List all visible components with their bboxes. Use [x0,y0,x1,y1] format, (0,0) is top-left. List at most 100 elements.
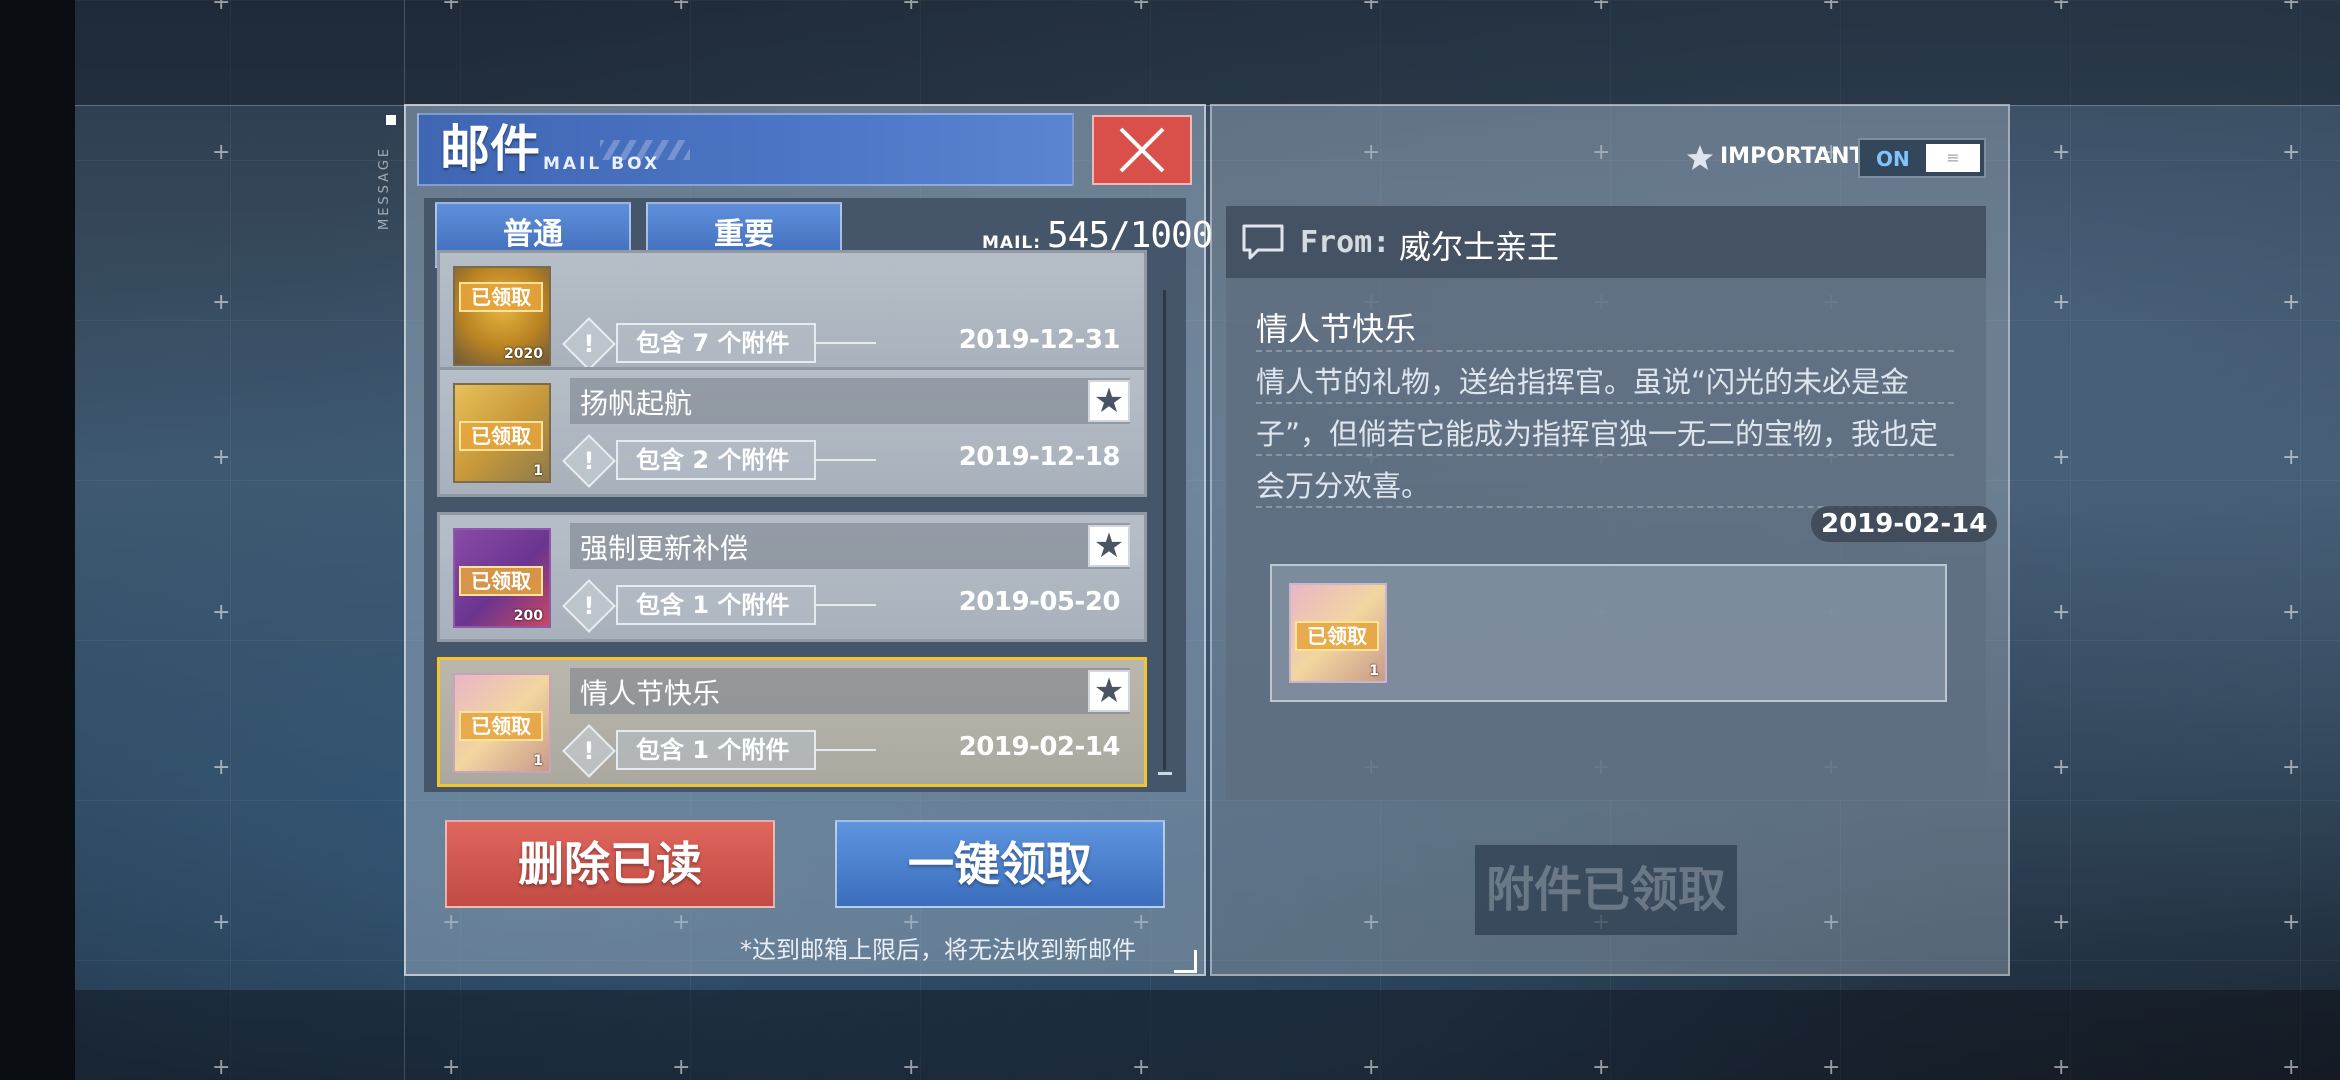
grid-marker: + [1822,1055,1841,1080]
scrollbar[interactable] [1163,290,1166,770]
left-edge [0,0,75,1080]
grid-marker: + [2052,600,2071,625]
bottom-shade [75,990,2340,1080]
divider [816,342,876,344]
mail-title: 情人节快乐 [580,677,721,710]
claimed-badge: 已领取 [459,421,543,451]
mail-detail-body: 情人节的礼物，送给指挥官。虽说“闪光的未必是金子”，但倘若它能成为指挥官独一无二… [1256,365,1939,503]
mail-thumbnail: 已领取 200 [453,528,551,628]
sender-prefix: From: [1300,225,1391,260]
grid-marker: + [1132,1055,1151,1080]
attachment-count: 包含 7 个附件 [616,323,816,363]
item-count: 1 [533,463,543,479]
alert-icon: ! [562,317,616,371]
mailbox-limit-note: *达到邮箱上限后，将无法收到新邮件 [740,936,1136,964]
grid-marker: + [2282,445,2301,470]
grid-marker: + [2052,445,2071,470]
page-subtitle: MAIL BOX [543,154,661,174]
mail-date: 2019-02-14 [958,732,1121,762]
grid-marker: + [672,0,691,15]
grid-marker: + [2052,910,2071,935]
star-icon[interactable]: ★ [1088,525,1130,567]
side-marker [386,115,396,125]
grid-marker: + [1592,1055,1611,1080]
delete-read-button[interactable]: 删除已读 [445,820,775,908]
sender-name: 威尔士亲王 [1399,228,1560,266]
attachment-count: 包含 1 个附件 [616,585,816,625]
page-title: 邮件 [440,120,540,178]
mail-item[interactable]: 强制更新补偿 已领取 200 ! 包含 1 个附件 2019-05-20 ★ [437,512,1147,642]
item-count: 200 [513,608,543,624]
grid-marker: + [442,0,461,15]
grid-marker: + [212,1055,231,1080]
alert-icon: ! [562,434,616,488]
collect-all-button[interactable]: 一键领取 [835,820,1165,908]
grid-marker: + [212,600,231,625]
attachments-collected-button[interactable]: 附件已领取 [1475,845,1737,935]
toggle-state: ON [1876,147,1910,171]
star-icon[interactable]: ★ [1088,380,1130,422]
grid-marker: + [902,0,921,15]
grid-marker: + [212,0,231,15]
grid-marker: + [2282,140,2301,165]
grid-marker: + [2052,290,2071,315]
attachment-item[interactable]: 已领取 1 [1289,583,1387,683]
mail-thumbnail: 已领取 1 [453,383,551,483]
attachment-count: 包含 1 个附件 [616,730,816,770]
mail-date: 2019-05-20 [958,587,1121,617]
claimed-badge: 已领取 [459,282,543,312]
grid-marker: + [2282,910,2301,935]
mail-detail-date: 2019-02-14 [1811,506,1998,542]
grid-marker: + [442,1055,461,1080]
grid-marker: + [2282,0,2301,15]
important-toggle[interactable]: ON ≡ [1858,138,1986,178]
attachment-count: 包含 2 个附件 [616,440,816,480]
mail-item-selected[interactable]: 情人节快乐 已领取 1 ! 包含 1 个附件 2019-02-14 ★ [437,657,1147,787]
scrollbar-thumb[interactable] [1158,772,1172,775]
divider [816,749,876,751]
grid-marker: + [1362,1055,1381,1080]
item-count: 1 [533,753,543,769]
grid-marker: + [212,445,231,470]
corner-mark [1174,950,1197,973]
close-icon [1119,127,1165,173]
mail-detail-title: 情人节快乐 [1256,310,1417,348]
alert-icon: ! [562,579,616,633]
mail-thumbnail: 已领取 2020 [453,266,551,366]
grid-marker: + [212,910,231,935]
toggle-knob: ≡ [1926,144,1980,172]
grid-marker: + [2052,140,2071,165]
grid-marker: + [2282,290,2301,315]
grid-marker: + [2282,755,2301,780]
item-count: 2020 [504,346,543,362]
claimed-badge: 已领取 [459,566,543,596]
grid-marker: + [212,290,231,315]
alert-icon: ! [562,724,616,778]
divider [816,604,876,606]
claimed-badge: 已领取 [459,711,543,741]
side-label: MESSAGE [377,145,392,230]
grid-marker: + [902,1055,921,1080]
grid-marker: + [1362,0,1381,15]
mail-date: 2019-12-31 [958,325,1121,355]
mail-item[interactable]: 扬帆起航 已领取 1 ! 包含 2 个附件 2019-12-18 ★ [437,367,1147,497]
item-count: 1 [1369,663,1379,679]
mail-title: 强制更新补偿 [580,532,749,565]
grid-marker: + [1822,0,1841,15]
grid-marker: + [2052,755,2071,780]
grid-marker: + [2052,0,2071,15]
divider [1256,350,1954,352]
grid-marker: + [1592,0,1611,15]
mail-date: 2019-12-18 [958,442,1121,472]
grid-marker: + [2282,600,2301,625]
top-shade [75,0,2340,105]
star-icon[interactable]: ★ [1088,670,1130,712]
important-filter-label: IMPORTANT [1720,144,1865,169]
mail-title: 扬帆起航 [580,387,693,420]
close-button[interactable] [1092,115,1192,185]
grid-marker: + [2052,1055,2071,1080]
grid-marker: + [212,755,231,780]
grid-marker: + [2282,1055,2301,1080]
grid-marker: + [1132,0,1151,15]
mail-item[interactable]: 已领取 2020 ! 包含 7 个附件 2019-12-31 [437,250,1147,380]
